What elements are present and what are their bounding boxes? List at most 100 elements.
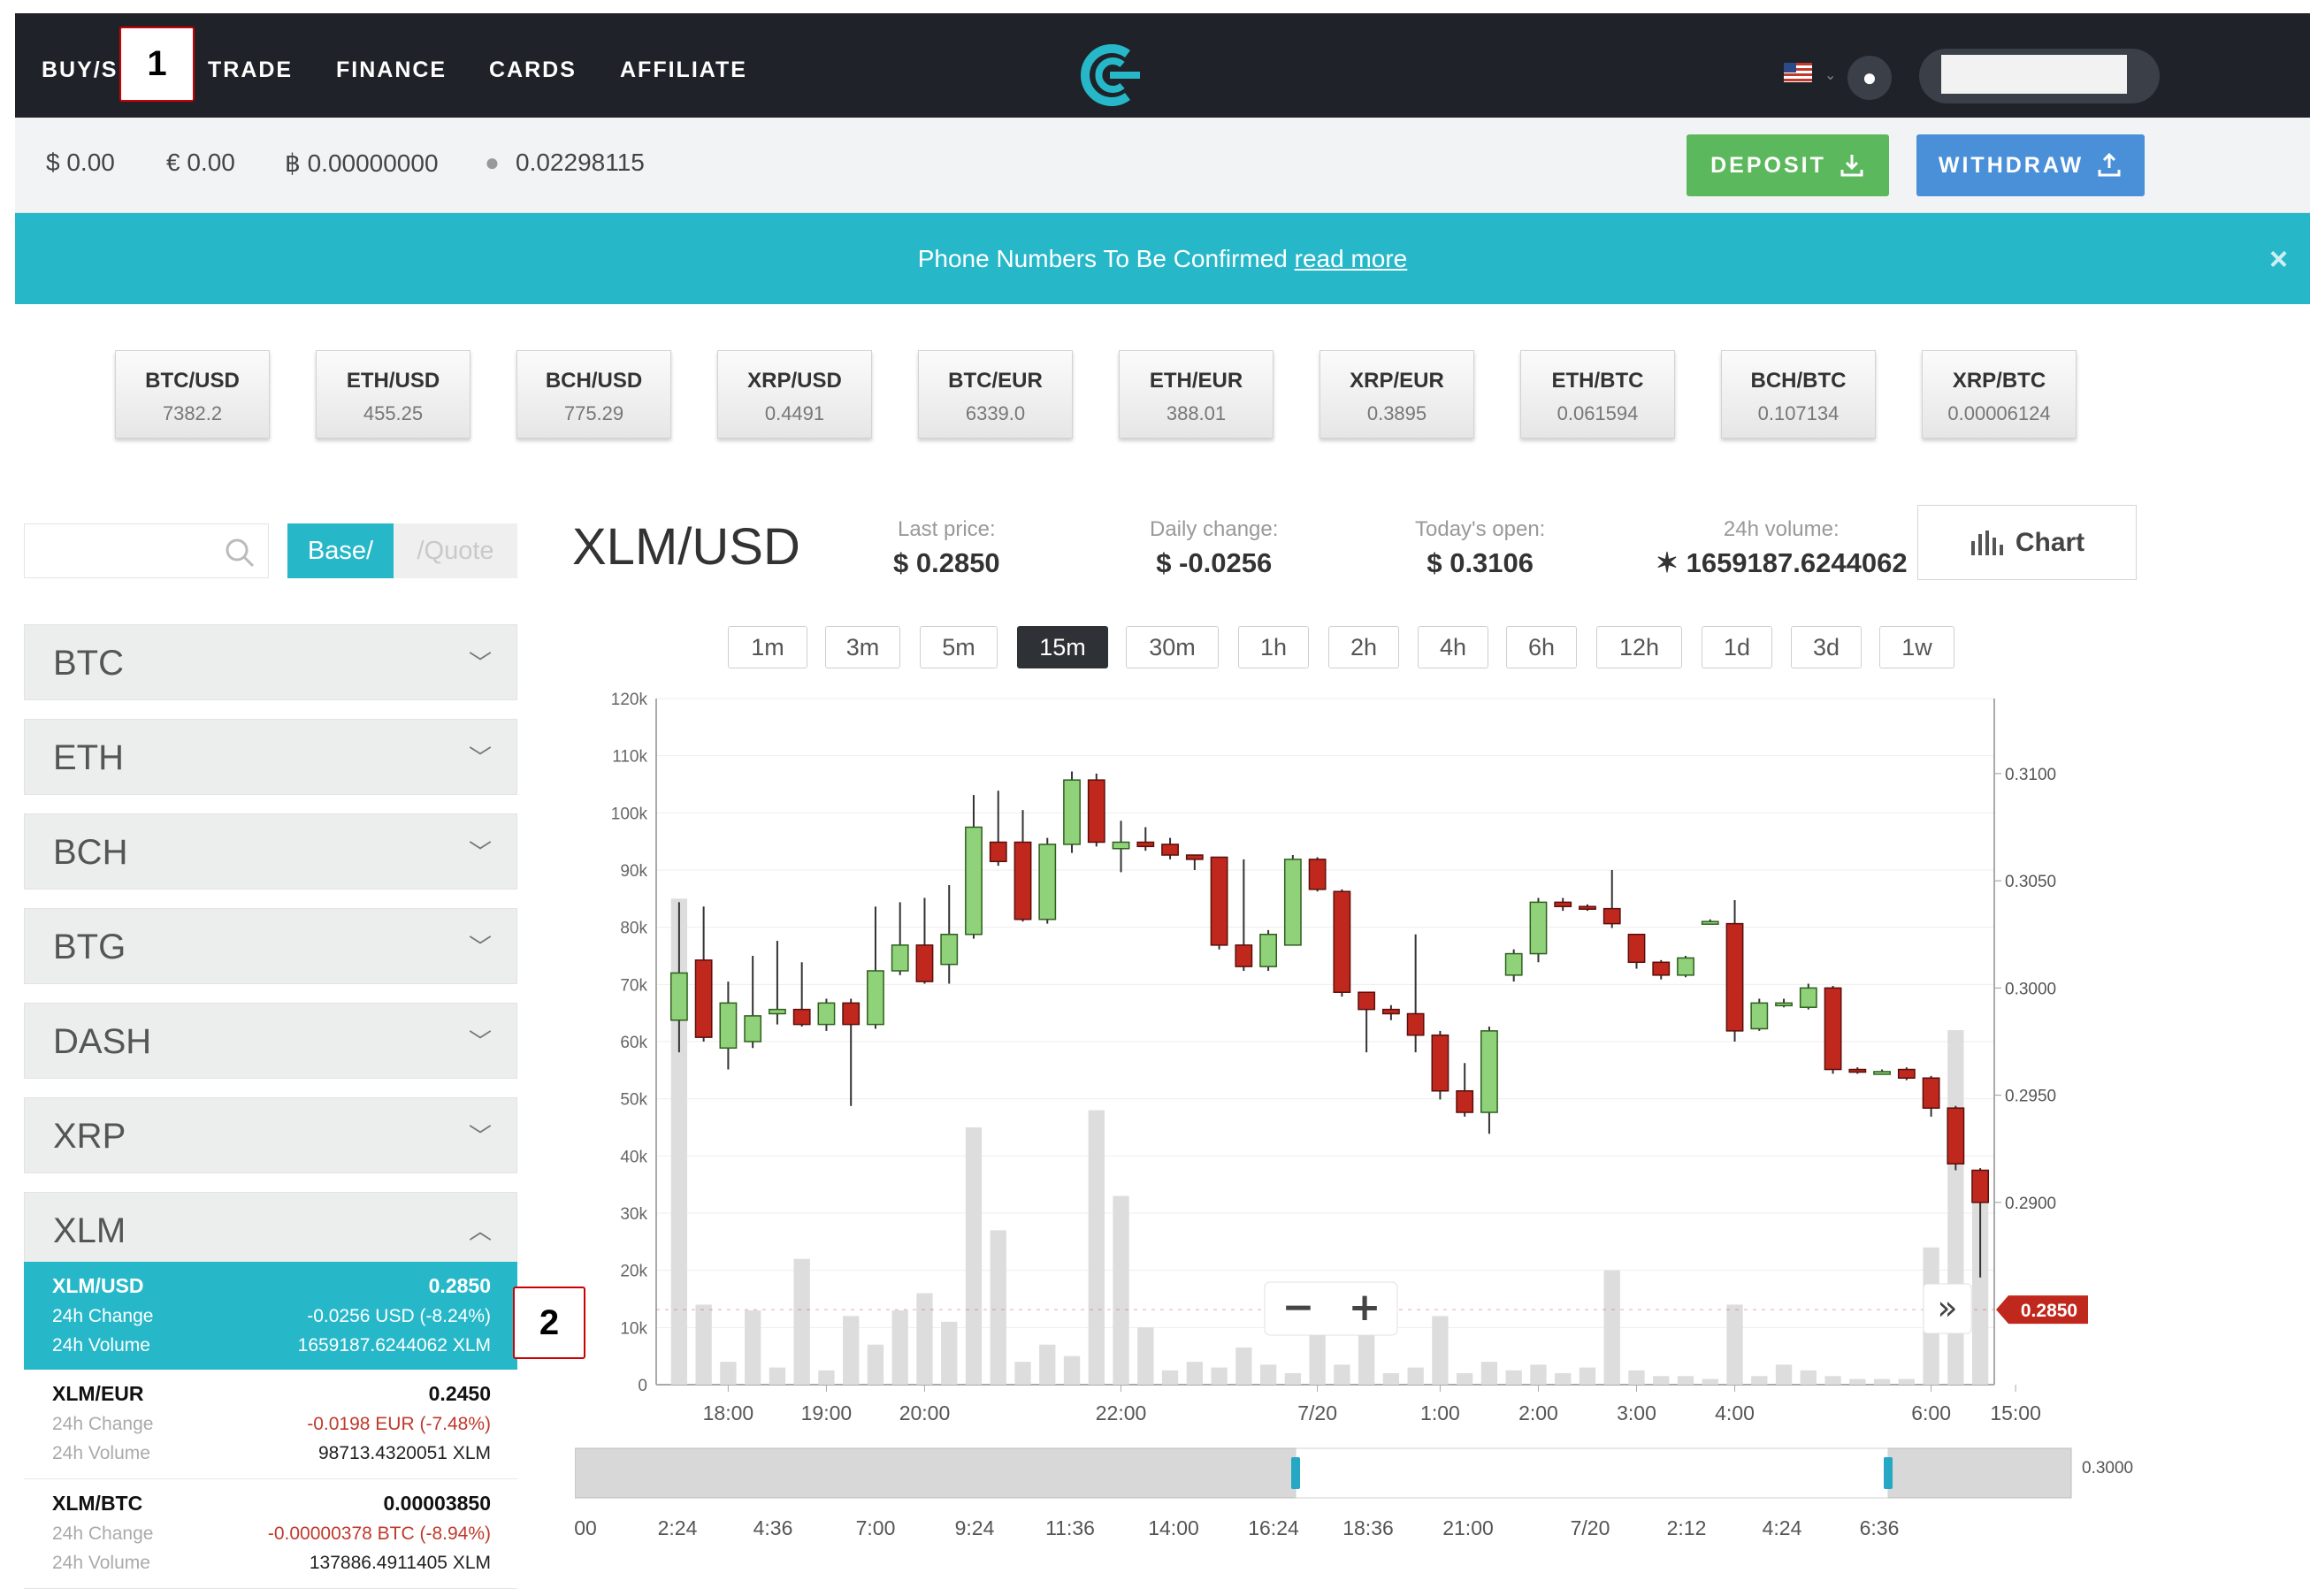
candle-body bbox=[1579, 905, 1596, 910]
language-chevron-icon[interactable]: ⌄ bbox=[1824, 66, 1836, 84]
volume-bar bbox=[1555, 1373, 1572, 1385]
nav-finance[interactable]: FINANCE bbox=[336, 57, 447, 83]
timeframe-5m[interactable]: 5m bbox=[920, 626, 998, 668]
nav-affiliate[interactable]: AFFILIATE bbox=[620, 57, 747, 83]
timeframe-2h[interactable]: 2h bbox=[1328, 626, 1399, 668]
y-price-tick: 0.2900 bbox=[2005, 1195, 2056, 1213]
y-volume-tick: 70k bbox=[620, 976, 647, 995]
volume-bar bbox=[1505, 1370, 1522, 1385]
ticker-card[interactable]: BCH/USD 775.29 bbox=[516, 350, 671, 439]
balance-usd: $ 0.00 bbox=[46, 149, 115, 176]
currency-group-xrp[interactable]: XRP ﹀ bbox=[24, 1097, 517, 1173]
current-price-label: 0.2850 bbox=[2021, 1301, 2077, 1321]
volume-bar bbox=[1259, 1364, 1277, 1385]
timeframe-12h[interactable]: 12h bbox=[1596, 626, 1682, 668]
currency-group-bch[interactable]: BCH ﹀ bbox=[24, 813, 517, 890]
ticker-pair: XRP/EUR bbox=[1350, 369, 1444, 393]
pair-volume: 98713.4320051 XLM bbox=[318, 1443, 491, 1463]
currency-group-dash[interactable]: DASH ﹀ bbox=[24, 1003, 517, 1079]
nav-cards[interactable]: CARDS bbox=[489, 57, 577, 83]
timeframe-4h[interactable]: 4h bbox=[1418, 626, 1488, 668]
annotation-marker-1: 1 bbox=[119, 27, 195, 102]
ticker-card[interactable]: XRP/BTC 0.00006124 bbox=[1922, 350, 2077, 439]
pair-item[interactable]: XLM/EUR 0.2450 24h Change -0.0198 EUR (-7.… bbox=[24, 1370, 517, 1479]
timeframe-1d[interactable]: 1d bbox=[1702, 626, 1772, 668]
ticker-card[interactable]: ETH/BTC 0.061594 bbox=[1520, 350, 1675, 439]
volume-bar bbox=[1334, 1364, 1350, 1385]
timeframe-3m[interactable]: 3m bbox=[825, 626, 900, 668]
timeframe-3d[interactable]: 3d bbox=[1791, 626, 1862, 668]
chart-button[interactable]: Chart bbox=[1917, 505, 2137, 580]
pair-item[interactable]: XLM/BTC 0.00003850 24h Change -0.00000378 … bbox=[24, 1479, 517, 1589]
nav-trade[interactable]: TRADE bbox=[208, 57, 293, 83]
ticker-card[interactable]: XRP/EUR 0.3895 bbox=[1319, 350, 1474, 439]
y-volume-tick: 120k bbox=[611, 691, 648, 709]
last-price-label: Last price: bbox=[897, 517, 996, 541]
candle-body bbox=[842, 1002, 861, 1026]
logo-icon[interactable] bbox=[1076, 42, 1147, 109]
y-volume-tick: 90k bbox=[620, 862, 647, 881]
ticker-pair: XRP/USD bbox=[747, 369, 842, 393]
candlestick-chart[interactable]: 0 10k 20k 30k 40k 50k 60k 70k 80k 90k 100k 110k 120k… bbox=[575, 690, 2202, 1574]
timeframe-1h[interactable]: 1h bbox=[1238, 626, 1309, 668]
daily-change-stat: Daily change: $ -0.0256 bbox=[1150, 517, 1278, 579]
ticker-card[interactable]: BTC/EUR 6339.0 bbox=[918, 350, 1073, 439]
volume-bar bbox=[1530, 1364, 1547, 1385]
expand-icon[interactable]: » bbox=[1937, 1288, 1957, 1327]
ticker-card[interactable]: BTC/USD 7382.2 bbox=[115, 350, 270, 439]
currency-group-eth[interactable]: ETH ﹀ bbox=[24, 719, 517, 795]
us-flag-icon[interactable] bbox=[1784, 63, 1812, 82]
withdraw-button[interactable]: WITHDRAW bbox=[1916, 134, 2145, 196]
candle-body bbox=[1799, 987, 1817, 1008]
timeframe-1w[interactable]: 1w bbox=[1879, 626, 1954, 668]
navigator-selection[interactable] bbox=[1295, 1447, 1889, 1499]
zoom-in-button[interactable]: + bbox=[1349, 1285, 1381, 1330]
candle-body bbox=[1259, 934, 1278, 967]
pair-item-selected[interactable]: XLM/USD 0.2850 24h Change -0.0256 USD (-8.… bbox=[24, 1262, 517, 1370]
timeframe-30m[interactable]: 30m bbox=[1126, 626, 1219, 668]
navigator-handle-right[interactable] bbox=[1884, 1457, 1893, 1489]
close-icon[interactable]: × bbox=[2269, 243, 2288, 275]
ticker-card[interactable]: BCH/BTC 0.107134 bbox=[1721, 350, 1876, 439]
ticker-card[interactable]: ETH/USD 455.25 bbox=[316, 350, 470, 439]
volume-bar bbox=[1407, 1367, 1424, 1385]
ticker-card[interactable]: XRP/USD 0.4491 bbox=[717, 350, 872, 439]
ticker-pair: BTC/EUR bbox=[948, 369, 1043, 393]
account-icon[interactable]: ● bbox=[1847, 56, 1892, 100]
volume-bar bbox=[1579, 1367, 1596, 1385]
y-price-tick: 0.3050 bbox=[2005, 873, 2056, 891]
base-toggle-button[interactable]: Base/ bbox=[287, 523, 394, 578]
deposit-button[interactable]: DEPOSIT bbox=[1687, 134, 1889, 196]
pair-search-input[interactable] bbox=[24, 523, 269, 578]
volume-bar bbox=[965, 1127, 983, 1385]
timeframe-15m[interactable]: 15m bbox=[1017, 626, 1108, 668]
candle-body bbox=[1333, 890, 1351, 993]
timeframe-1m[interactable]: 1m bbox=[728, 626, 807, 668]
candle-body bbox=[1112, 841, 1130, 850]
navigator-x-tick: 7:00 bbox=[856, 1516, 896, 1539]
currency-group-label: BTC bbox=[53, 644, 124, 683]
quote-toggle-button[interactable]: /Quote bbox=[394, 523, 517, 578]
x-tick: 19:00 bbox=[801, 1401, 853, 1424]
banner-read-more-link[interactable]: read more bbox=[1295, 245, 1408, 272]
x-tick: 22:00 bbox=[1096, 1401, 1147, 1424]
currency-group-btc[interactable]: BTC ﹀ bbox=[24, 624, 517, 700]
chevron-down-icon: ﹀ bbox=[468, 934, 492, 960]
volume-bar bbox=[941, 1321, 958, 1385]
candle-body bbox=[1627, 934, 1646, 964]
volume-bar bbox=[744, 1310, 761, 1385]
x-tick: 7/20 bbox=[1297, 1401, 1337, 1424]
navigator-handle-left[interactable] bbox=[1291, 1457, 1300, 1489]
top-nav: BUY/S TRADE FINANCE CARDS AFFILIATE ⌄ ● bbox=[15, 13, 2310, 118]
ticker-card[interactable]: ETH/EUR 388.01 bbox=[1119, 350, 1274, 439]
currency-group-btg[interactable]: BTG ﹀ bbox=[24, 908, 517, 984]
zoom-out-button[interactable]: − bbox=[1282, 1285, 1315, 1330]
currency-group-xlm[interactable]: XLM ︿ bbox=[24, 1192, 517, 1268]
candle-body bbox=[1161, 844, 1179, 856]
timeframe-6h[interactable]: 6h bbox=[1506, 626, 1577, 668]
candle-body bbox=[694, 959, 713, 1038]
ticker-price: 0.4491 bbox=[764, 402, 825, 424]
nav-buy-sell[interactable]: BUY/S bbox=[42, 57, 118, 83]
daily-change-value: $ -0.0256 bbox=[1156, 547, 1273, 578]
pair-volume: 137886.4911405 XLM bbox=[309, 1553, 491, 1573]
